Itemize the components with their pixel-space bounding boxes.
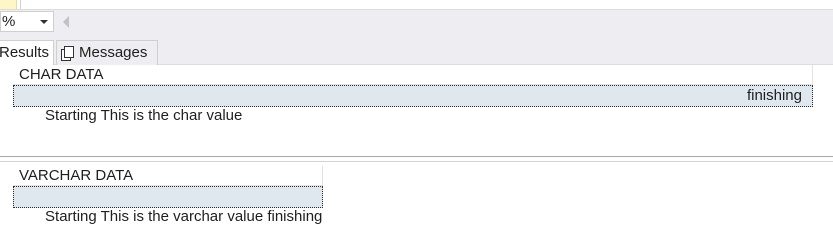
divider <box>20 0 21 9</box>
results-tab-bar: Results Messages <box>0 34 833 65</box>
tab-messages-label: Messages <box>79 44 148 61</box>
result-grid-char[interactable]: CHAR DATA Starting This is the char valu… <box>13 65 813 124</box>
grid-cell-selected[interactable]: Starting This is the varchar value finis… <box>13 186 323 225</box>
horizontal-scrollbar[interactable] <box>57 14 833 30</box>
tab-results[interactable]: Results <box>0 40 54 65</box>
editor-margin-marker <box>0 0 17 9</box>
column-header[interactable]: CHAR DATA <box>13 65 813 85</box>
chevron-down-icon[interactable] <box>40 20 48 24</box>
tab-results-label: Results <box>0 44 50 61</box>
result-grid-varchar[interactable]: VARCHAR DATA Starting This is the varcha… <box>13 166 323 225</box>
zoom-toolbar: % <box>0 10 833 34</box>
query-results-pane: % Results Messages CHAR DATA Starting Th… <box>0 0 833 235</box>
zoom-value: % <box>2 13 16 30</box>
cell-value: Starting This is the varchar value finis… <box>45 208 323 225</box>
grid-cell-selected[interactable]: Starting This is the char value finishin… <box>13 85 813 124</box>
cell-value-right: finishing <box>746 87 802 104</box>
messages-icon <box>61 46 74 61</box>
editor-bottom-edge <box>0 0 833 10</box>
column-header-label: CHAR DATA <box>19 66 104 83</box>
cell-value-left: Starting This is the char value <box>45 107 243 124</box>
column-header[interactable]: VARCHAR DATA <box>13 166 323 186</box>
scroll-left-arrow-icon[interactable] <box>63 16 69 28</box>
result-set-splitter[interactable] <box>0 156 833 162</box>
zoom-dropdown[interactable]: % <box>0 11 54 32</box>
column-header-label: VARCHAR DATA <box>19 167 134 184</box>
tab-messages[interactable]: Messages <box>56 40 158 65</box>
